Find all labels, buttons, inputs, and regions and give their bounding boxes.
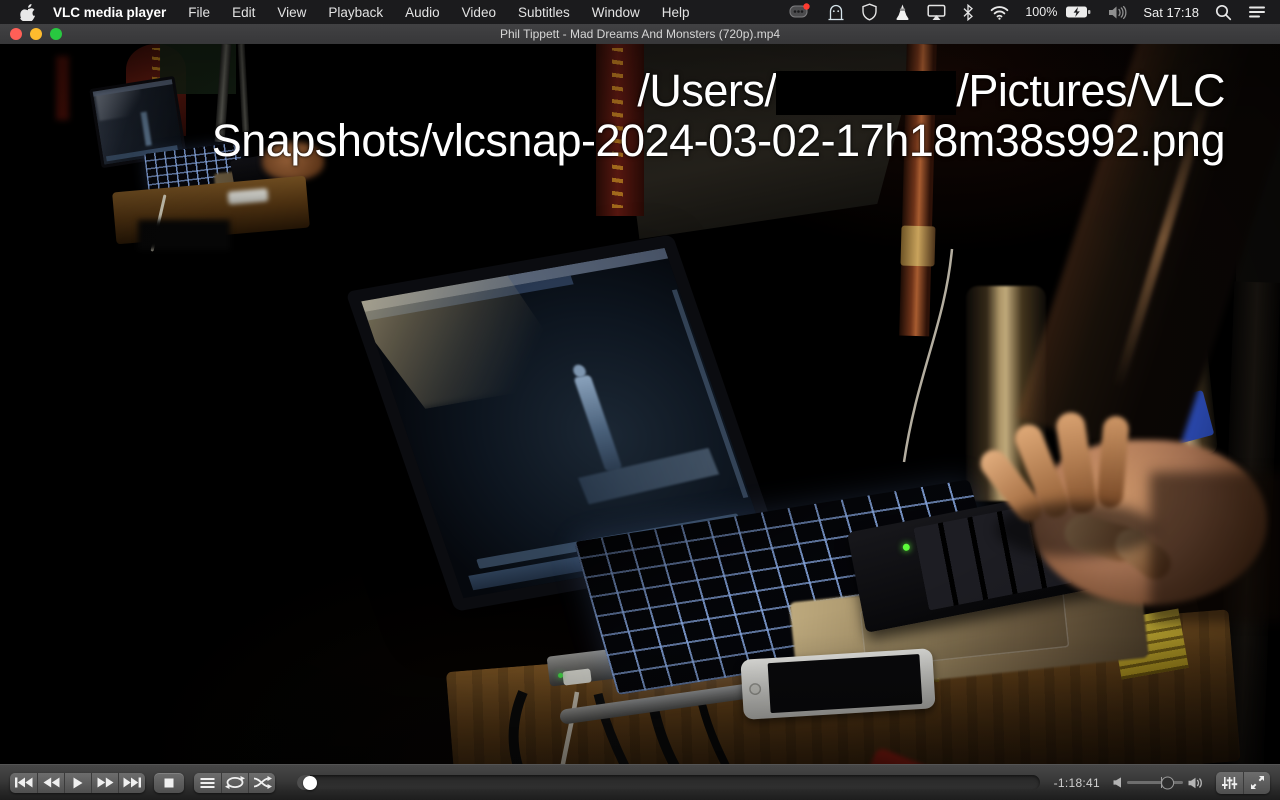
airplay-display-icon[interactable] <box>927 4 946 21</box>
volume-control <box>1113 776 1202 789</box>
shield-icon[interactable] <box>861 3 878 21</box>
osd-line-1: /Users/ /Pictures/VLC <box>212 66 1225 116</box>
redacted-username <box>776 71 957 115</box>
keypad-led <box>902 543 911 552</box>
time-remaining[interactable]: -1:18:41 <box>1054 776 1100 790</box>
battery-charging-icon[interactable] <box>1065 5 1091 19</box>
next-icon <box>123 777 141 788</box>
next-button[interactable] <box>118 772 145 793</box>
menubar-clock[interactable]: Sat 17:18 <box>1143 5 1199 20</box>
menu-video[interactable]: Video <box>451 5 507 20</box>
volume-slider[interactable] <box>1127 776 1183 789</box>
loop-icon <box>225 776 245 789</box>
fullscreen-button[interactable] <box>1243 771 1270 794</box>
menu-subtitles[interactable]: Subtitles <box>507 5 581 20</box>
chat-notification-icon[interactable] <box>789 3 811 21</box>
osd-path-prefix: /Users/ <box>637 65 777 116</box>
minimize-button[interactable] <box>30 28 42 40</box>
equalizer-icon <box>1222 776 1238 789</box>
menu-audio[interactable]: Audio <box>394 5 451 20</box>
replica-dark-cables <box>138 220 230 250</box>
volume-muted-icon[interactable] <box>1107 5 1127 20</box>
ghost-app-icon[interactable] <box>827 3 845 21</box>
menu-help[interactable]: Help <box>651 5 701 20</box>
fast-forward-button[interactable] <box>91 772 118 793</box>
osd-path-suffix: /Pictures/VLC <box>956 65 1225 116</box>
replica-screen-figure <box>140 111 152 147</box>
battery-percentage[interactable]: 100% <box>1025 5 1057 19</box>
playlist-button[interactable] <box>194 772 221 793</box>
menu-edit[interactable]: Edit <box>221 5 266 20</box>
rewind-button[interactable] <box>37 772 64 793</box>
stop-button[interactable] <box>154 772 184 793</box>
menu-bar: VLC media player File Edit View Playback… <box>0 0 1280 24</box>
menu-window[interactable]: Window <box>581 5 651 20</box>
magsafe-led <box>558 673 563 678</box>
shuffle-icon <box>253 776 272 789</box>
fullscreen-icon <box>1250 776 1264 789</box>
vlc-cone-icon[interactable] <box>894 3 911 21</box>
rewind-icon <box>43 777 59 788</box>
loop-button[interactable] <box>221 772 248 793</box>
volume-min-icon[interactable] <box>1113 777 1122 788</box>
spotlight-search-icon[interactable] <box>1215 4 1232 21</box>
screen: VLC media player File Edit View Playback… <box>0 0 1280 800</box>
menubar-app-name[interactable]: VLC media player <box>42 5 177 20</box>
volume-max-icon[interactable] <box>1188 777 1202 789</box>
playback-control-bar: -1:18:41 <box>0 764 1280 800</box>
notification-center-icon[interactable] <box>1248 5 1266 19</box>
effects-fullscreen-buttons <box>1216 771 1270 794</box>
wifi-icon[interactable] <box>990 5 1009 20</box>
menu-view[interactable]: View <box>266 5 317 20</box>
menu-playback[interactable]: Playback <box>317 5 394 20</box>
play-icon <box>73 777 83 788</box>
fast-forward-icon <box>97 777 113 788</box>
traffic-lights <box>0 28 62 40</box>
seek-slider[interactable] <box>297 775 1040 790</box>
person-hand-shadow <box>996 502 1156 557</box>
iphone <box>740 648 936 720</box>
replica-red-edge <box>56 56 69 120</box>
window-titlebar[interactable]: Phil Tippett - Mad Dreams And Monsters (… <box>0 24 1280 44</box>
bluetooth-icon[interactable] <box>962 3 974 21</box>
previous-button[interactable] <box>10 772 37 793</box>
stop-icon <box>164 778 174 787</box>
menu-file[interactable]: File <box>177 5 221 20</box>
zoom-button[interactable] <box>50 28 62 40</box>
close-button[interactable] <box>10 28 22 40</box>
iphone-home-button <box>748 682 762 696</box>
playlist-mode-buttons <box>194 772 275 793</box>
video-surface[interactable]: /Users/ /Pictures/VLC Snapshots/vlcsnap-2… <box>0 44 1280 764</box>
window-title: Phil Tippett - Mad Dreams And Monsters (… <box>499 27 781 41</box>
person-wrist-shadow <box>1150 472 1280 622</box>
iphone-screen <box>767 653 923 714</box>
previous-icon <box>15 777 33 788</box>
volume-knob[interactable] <box>1161 776 1175 789</box>
seek-knob[interactable] <box>302 775 317 790</box>
apple-logo-icon <box>19 3 35 21</box>
osd-line-2: Snapshots/vlcsnap-2024-03-02-17h18m38s99… <box>211 115 1226 166</box>
transport-buttons <box>10 772 145 793</box>
equalizer-button[interactable] <box>1216 771 1243 794</box>
shuffle-button[interactable] <box>248 772 275 793</box>
osd-snapshot-path: /Users/ /Pictures/VLC Snapshots/vlcsnap-2… <box>211 66 1226 166</box>
playlist-icon <box>200 777 215 788</box>
play-button[interactable] <box>64 772 91 793</box>
apple-menu[interactable] <box>12 3 42 21</box>
